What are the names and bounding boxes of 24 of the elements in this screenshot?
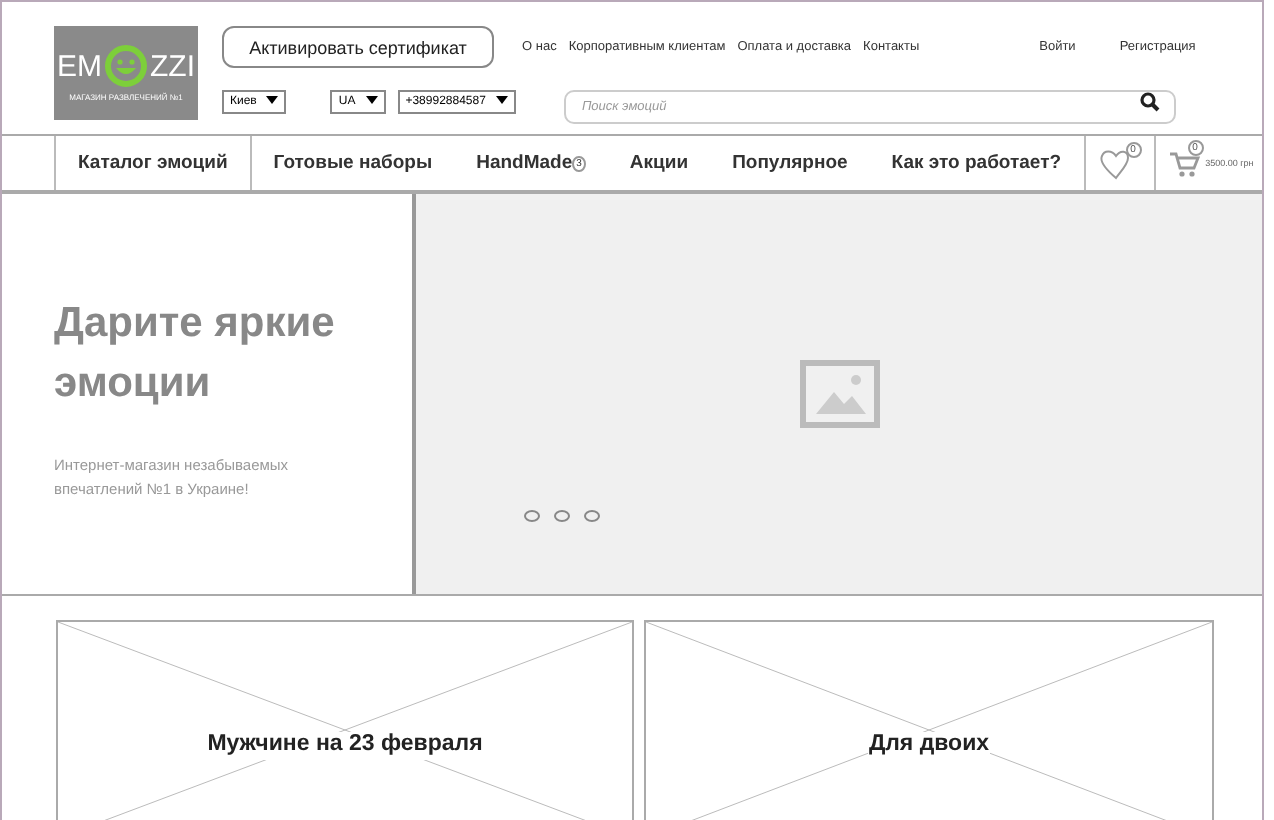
logo-text: EM — [57, 49, 102, 83]
category-title: Для двоих — [868, 732, 990, 760]
logo-text: ZZI — [150, 49, 195, 83]
nav-tab[interactable]: Готовые наборы — [251, 136, 455, 190]
nav-tab[interactable]: Как это работает? — [869, 136, 1084, 190]
nav-tab[interactable]: Акции — [607, 136, 711, 190]
nav-tab[interactable]: HandMade $^{3}$ — [454, 136, 608, 190]
smiley-icon — [104, 44, 148, 88]
caret-icon — [266, 96, 279, 106]
category-title: Мужчине на 23 февраля — [207, 732, 483, 760]
search-icon — [1139, 92, 1160, 112]
activate-certificate-button[interactable]: Активировать сертификат — [222, 26, 494, 68]
category-card[interactable]: Для двоих — [644, 620, 1214, 820]
nav-tab[interactable]: Популярное — [710, 136, 870, 190]
nav-tab[interactable]: Каталог эмоций — [54, 136, 252, 190]
hero-title: Дарите яркие эмоции — [54, 298, 337, 410]
cart-icon[interactable] — [1167, 149, 1200, 177]
caret-icon — [495, 96, 508, 106]
image-icon — [799, 360, 879, 428]
caret-icon — [365, 96, 378, 106]
slide-dot[interactable] — [584, 510, 600, 522]
category-card[interactable]: Мужчине на 23 февраля — [56, 620, 634, 820]
slide-dot[interactable] — [554, 510, 570, 522]
slide-dot[interactable] — [524, 510, 540, 522]
